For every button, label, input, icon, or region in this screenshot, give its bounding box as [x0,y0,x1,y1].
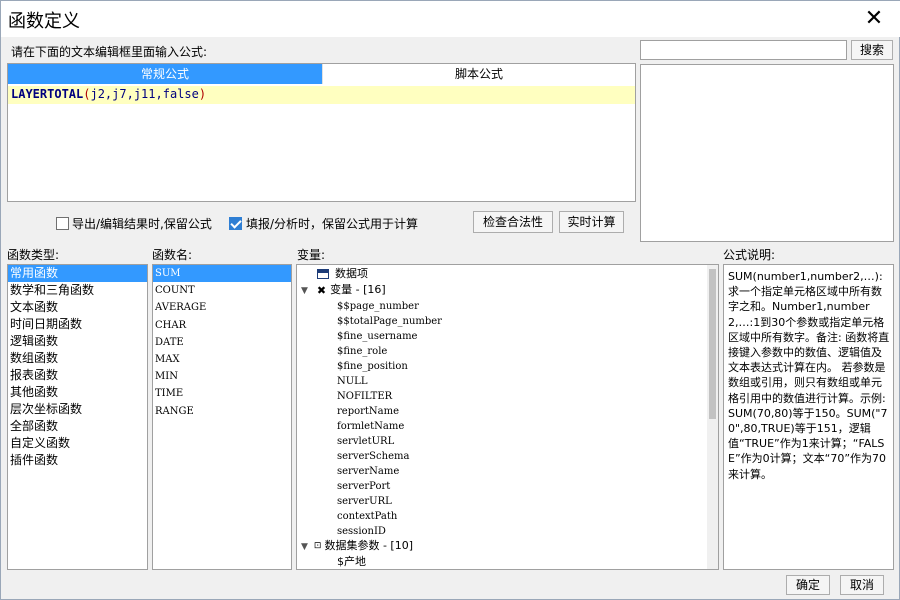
func-type-item[interactable]: 其他函数 [8,384,147,401]
func-type-item[interactable]: 逻辑函数 [8,333,147,350]
variables-title: 变量: [297,248,326,262]
tree-variable-item[interactable]: serverURL [337,493,392,508]
func-type-item[interactable]: 全部函数 [8,418,147,435]
func-names-list: SUM COUNT AVERAGE CHAR DATE MAX MIN TIME RANGE [152,264,292,570]
tree-node-dataset-params[interactable]: ▼ ⊡ 数据集参数 - [10] [301,538,413,553]
scrollbar-thumb[interactable] [709,269,716,419]
dialog-title: 函数定义 [8,11,80,32]
func-name-item[interactable]: MIN [153,368,291,385]
table-icon [317,269,329,279]
dialog-window: 函数定义 ✕ 请在下面的文本编辑框里面输入公式: 常规公式 脚本公式 LAYER… [0,0,900,600]
func-type-item[interactable]: 插件函数 [8,452,147,469]
editor-prompt: 请在下面的文本编辑框里面输入公式: [11,45,208,59]
tab-normal-formula[interactable]: 常规公式 [8,64,322,84]
tree-variable-item[interactable]: $$page_number [337,298,419,313]
func-name-item[interactable]: MAX [153,351,291,368]
search-results[interactable] [640,64,894,242]
search-button[interactable]: 搜索 [851,40,893,60]
func-type-item[interactable]: 时间日期函数 [8,316,147,333]
tree-variable-item[interactable]: $$totalPage_number [337,313,442,328]
tree-variable-item[interactable]: sessionID [337,523,386,538]
realtime-calc-button[interactable]: 实时计算 [559,211,624,233]
tree-node-data-items[interactable]: 数据项 [317,266,368,281]
variables-scrollbar[interactable] [707,265,718,569]
fill-keep-checkbox[interactable] [229,217,242,230]
ok-button[interactable]: 确定 [786,575,830,595]
func-type-item[interactable]: 报表函数 [8,367,147,384]
tree-variable-item[interactable]: $fine_role [337,343,387,358]
func-types-title: 函数类型: [7,248,60,262]
cancel-button[interactable]: 取消 [840,575,884,595]
func-name-item[interactable]: TIME [153,385,291,402]
description-text: SUM(number1,number2,…): 求一个指定单元格区域中所有数字之… [728,270,890,481]
dataset-param-icon: ⊡ [313,540,322,551]
description-panel: SUM(number1,number2,…): 求一个指定单元格区域中所有数字之… [723,264,894,570]
close-icon[interactable]: ✕ [863,8,885,31]
func-type-item[interactable]: 文本函数 [8,299,147,316]
func-name-item[interactable]: CHAR [153,317,291,334]
variables-tree: 数据项 ▼ ✖ 变量 - [16] $$page_number $$totalPage_n… [296,264,719,570]
tree-variable-item[interactable]: servletURL [337,433,394,448]
description-title: 公式说明: [723,248,776,262]
func-name-item[interactable]: SUM [153,265,291,283]
func-types-list: 常用函数 数学和三角函数 文本函数 时间日期函数 逻辑函数 数组函数 报表函数 其他函数 层次坐… [7,264,148,570]
tree-variable-item[interactable]: serverSchema [337,448,409,463]
func-type-item[interactable]: 层次坐标函数 [8,401,147,418]
export-keep-label: 导出/编辑结果时,保留公式 [72,217,212,231]
check-validity-button[interactable]: 检查合法性 [473,211,553,233]
search-input[interactable] [640,40,847,60]
export-keep-checkbox[interactable] [56,217,69,230]
tree-dataset-item[interactable]: $产地 [337,554,366,569]
fill-keep-label: 填报/分析时，保留公式用于计算 [246,217,419,231]
tree-variable-item[interactable]: reportName [337,403,399,418]
tree-variable-item[interactable]: NULL [337,373,367,388]
chevron-down-icon[interactable]: ▼ [301,286,308,296]
formula-text: LAYERTOTAL(j2,j7,j11,false) [11,87,207,101]
variable-icon: ✖ [316,283,327,297]
tree-node-variables[interactable]: ▼ ✖ 变量 - [16] [301,282,386,297]
formula-tabs: 常规公式 脚本公式 [8,64,635,84]
func-name-item[interactable]: DATE [153,334,291,351]
tree-variable-item[interactable]: $fine_position [337,358,408,373]
tree-variable-item[interactable]: formletName [337,418,404,433]
tree-variable-item[interactable]: contextPath [337,508,397,523]
func-names-title: 函数名: [152,248,193,262]
tree-variable-item[interactable]: serverPort [337,478,390,493]
chevron-down-icon[interactable]: ▼ [301,542,308,552]
formula-line[interactable]: LAYERTOTAL(j2,j7,j11,false) [8,86,635,104]
tab-script-formula[interactable]: 脚本公式 [322,64,635,84]
func-name-item[interactable]: COUNT [153,282,291,299]
func-name-item[interactable]: RANGE [153,403,291,420]
title-bar: 函数定义 ✕ [1,1,900,37]
func-type-item[interactable]: 数组函数 [8,350,147,367]
func-type-item[interactable]: 自定义函数 [8,435,147,452]
tree-variable-item[interactable]: NOFILTER [337,388,392,403]
tree-variable-item[interactable]: $fine_username [337,328,417,343]
tree-variable-item[interactable]: serverName [337,463,399,478]
func-name-item[interactable]: AVERAGE [153,299,291,316]
func-type-item[interactable]: 数学和三角函数 [8,282,147,299]
func-type-item[interactable]: 常用函数 [8,265,147,282]
